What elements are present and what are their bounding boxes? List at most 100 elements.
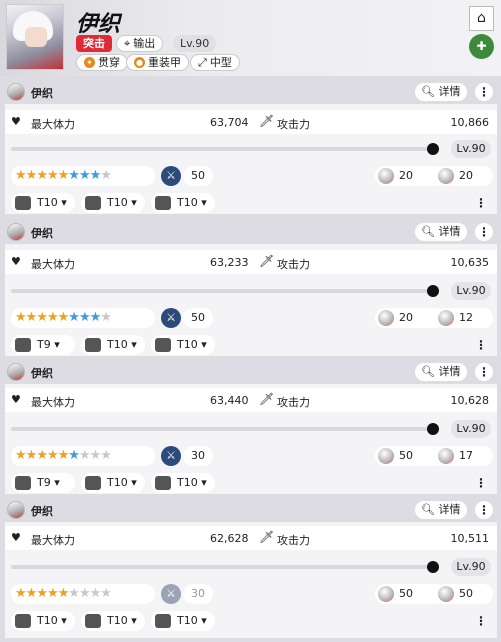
expand-icon: ⤢ <box>198 56 207 69</box>
size-label: 中型 <box>209 56 232 69</box>
collection-value-1: 50 <box>399 449 413 462</box>
collection-value-2: 12 <box>459 311 473 324</box>
star-icon: ★ <box>57 168 70 183</box>
star-icon: ★ <box>36 168 48 183</box>
level-pill[interactable]: Lv.90 <box>451 140 491 158</box>
character-name: 伊织 <box>76 12 121 37</box>
doll-avatar-icon <box>438 448 454 464</box>
gear-body[interactable]: T10 ▾ <box>81 611 145 631</box>
bonus-icon[interactable]: ✚ <box>469 34 494 59</box>
star-icon: ★ <box>57 448 70 463</box>
gear-head[interactable]: T9 ▾ <box>11 473 75 493</box>
armor-badge: ● 重装甲 <box>126 54 189 71</box>
star-icon: ★ <box>68 586 80 601</box>
star-icon: ★ <box>25 310 38 325</box>
more-options-button[interactable]: ⋮ <box>475 363 493 381</box>
gear-tier: T9 <box>37 338 51 351</box>
details-button[interactable]: 🔍︎ 详情 <box>415 501 467 519</box>
slider-knob[interactable] <box>427 143 439 155</box>
gear-body[interactable]: T10 ▾ <box>81 193 145 213</box>
gear-body[interactable]: T10 ▾ <box>81 335 145 355</box>
max-hp-label: 最大体力 <box>31 534 75 547</box>
pierce-icon: ✦ <box>84 57 95 68</box>
gear-tier: T10 <box>107 614 128 627</box>
star-icon: ★ <box>46 448 59 463</box>
head-gear-icon <box>15 338 31 352</box>
star-icon: ★ <box>57 310 70 325</box>
collection-value-2: 50 <box>459 587 473 600</box>
skill-icon: ⚔ <box>161 308 181 328</box>
character-card: 伊织 🔍︎ 详情 ⋮ ♥ 最大体力 63,440 🗡︎ 攻击力 10,628 L… <box>5 360 497 494</box>
level-slider[interactable] <box>11 285 439 297</box>
card-character-name: 伊织 <box>31 367 53 380</box>
attack-label: 攻击力 <box>277 118 310 131</box>
level-pill[interactable]: Lv.90 <box>451 420 491 438</box>
max-hp-label: 最大体力 <box>31 396 75 409</box>
avatar <box>7 501 25 519</box>
attack-label: 攻击力 <box>277 534 310 547</box>
star-icon: ★ <box>89 310 102 325</box>
gear-body[interactable]: T10 ▾ <box>81 473 145 493</box>
slider-knob[interactable] <box>427 285 439 297</box>
stat-row: ♥ 最大体力 63,233 🗡︎ 攻击力 10,635 <box>5 250 497 274</box>
collection-item-2[interactable]: 50 <box>435 584 493 604</box>
gear-more-button[interactable]: ⋮ <box>473 611 489 631</box>
attack-label: 攻击力 <box>277 396 310 409</box>
gear-arm[interactable]: T10 ▾ <box>151 193 215 213</box>
doll-avatar-icon <box>378 168 394 184</box>
attack-value: 10,628 <box>450 394 490 407</box>
star-rating: ★★★★★★★★★ <box>11 446 155 466</box>
card-name-bar: 伊织 🔍︎ 详情 ⋮ <box>5 220 497 244</box>
level-slider[interactable] <box>11 423 439 435</box>
star-icon: ★ <box>25 448 38 463</box>
level-pill[interactable]: Lv.90 <box>451 558 491 576</box>
arm-gear-icon <box>155 196 171 210</box>
gear-head[interactable]: T9 ▾ <box>11 335 75 355</box>
star-icon: ★ <box>15 586 27 601</box>
collection-item-2[interactable]: 20 <box>435 166 493 186</box>
star-icon: ★ <box>78 586 91 601</box>
attack-icon: 🗡︎ <box>259 254 275 268</box>
home-button[interactable]: ⌂ <box>469 6 494 31</box>
collection-value-1: 50 <box>399 587 413 600</box>
level-pill[interactable]: Lv.90 <box>451 282 491 300</box>
slider-knob[interactable] <box>427 423 439 435</box>
collection-item-2[interactable]: 12 <box>435 308 493 328</box>
level-slider[interactable] <box>11 561 439 573</box>
gear-tier: T10 <box>177 196 198 209</box>
collection-value-2: 17 <box>459 449 473 462</box>
star-icon: ★ <box>36 586 48 601</box>
collection-item-2[interactable]: 17 <box>435 446 493 466</box>
skill-level: 30 <box>183 446 213 466</box>
skill-level: 50 <box>183 166 213 186</box>
more-options-button[interactable]: ⋮ <box>475 501 493 519</box>
details-button[interactable]: 🔍︎ 详情 <box>415 363 467 381</box>
details-button[interactable]: 🔍︎ 详情 <box>415 223 467 241</box>
character-card: 伊织 🔍︎ 详情 ⋮ ♥ 最大体力 63,704 🗡︎ 攻击力 10,866 L… <box>5 80 497 214</box>
details-label: 详情 <box>438 225 461 238</box>
skill-icon: ⚔ <box>161 584 181 604</box>
gear-arm[interactable]: T10 ▾ <box>151 473 215 493</box>
gear-head[interactable]: T10 ▾ <box>11 611 75 631</box>
gear-more-button[interactable]: ⋮ <box>473 335 489 355</box>
search-icon: 🔍︎ <box>421 225 435 238</box>
attack-icon: 🗡︎ <box>259 392 275 406</box>
details-button[interactable]: 🔍︎ 详情 <box>415 83 467 101</box>
gear-tier: T10 <box>177 614 198 627</box>
more-options-button[interactable]: ⋮ <box>475 83 493 101</box>
star-icon: ★ <box>89 586 102 601</box>
gear-arm[interactable]: T10 ▾ <box>151 335 215 355</box>
gear-more-button[interactable]: ⋮ <box>473 473 489 493</box>
doll-avatar-icon <box>438 586 454 602</box>
more-options-button[interactable]: ⋮ <box>475 223 493 241</box>
star-icon: ★ <box>78 310 91 325</box>
star-rating: ★★★★★★★★★ <box>11 166 155 186</box>
gear-arm[interactable]: T10 ▾ <box>151 611 215 631</box>
arm-gear-icon <box>155 338 171 352</box>
gear-more-button[interactable]: ⋮ <box>473 193 489 213</box>
gear-head[interactable]: T10 ▾ <box>11 193 75 213</box>
head-gear-icon <box>15 476 31 490</box>
slider-knob[interactable] <box>427 561 439 573</box>
skill-level: 30 <box>183 584 213 604</box>
level-slider[interactable] <box>11 143 439 155</box>
